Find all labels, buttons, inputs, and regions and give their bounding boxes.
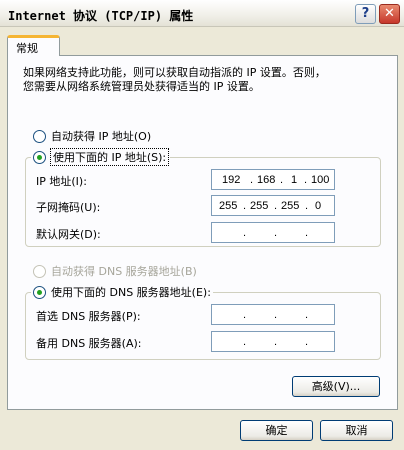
- preferred-dns-label: 首选 DNS 服务器(P):: [36, 310, 141, 323]
- advanced-button[interactable]: 高级(V)...: [292, 376, 380, 397]
- radio-auto-ip-circle[interactable]: [33, 129, 46, 143]
- alternate-dns-input[interactable]: ...: [211, 331, 335, 352]
- radio-manual-dns-label: 使用下面的 DNS 服务器地址(E):: [51, 286, 211, 299]
- radio-manual-dns-circle[interactable]: [33, 285, 46, 299]
- tab-general[interactable]: 常规: [7, 35, 60, 56]
- radio-auto-ip[interactable]: 自动获得 IP 地址(O): [33, 128, 151, 144]
- description-text: 如果网络支持此功能，则可以获取自动指派的 IP 设置。否则， 您需要从网络系统管…: [23, 66, 326, 93]
- ip-octet-2: 168: [257, 174, 276, 186]
- alternate-dns-label: 备用 DNS 服务器(A):: [36, 337, 142, 350]
- mask-octet-2: 255: [250, 200, 269, 212]
- radio-manual-ip-circle[interactable]: [33, 150, 46, 164]
- subnet-mask-label: 子网掩码(U):: [36, 201, 101, 214]
- ip-address-input[interactable]: 192 . 168 . 1 . 100: [211, 169, 335, 190]
- gateway-label: 默认网关(D):: [36, 228, 101, 241]
- mask-octet-4: 0: [315, 200, 322, 212]
- cancel-button[interactable]: 取消: [320, 420, 393, 441]
- ok-button[interactable]: 确定: [240, 420, 313, 441]
- ip-octet-4: 100: [311, 174, 330, 186]
- radio-manual-dns[interactable]: 使用下面的 DNS 服务器地址(E):: [31, 284, 213, 300]
- radio-manual-ip[interactable]: 使用下面的 IP 地址(S):: [31, 148, 171, 166]
- radio-auto-dns[interactable]: 自动获得 DNS 服务器地址(B): [33, 263, 197, 279]
- subnet-mask-input[interactable]: 255 . 255 . 255 . 0: [211, 195, 335, 216]
- preferred-dns-input[interactable]: ...: [211, 304, 335, 325]
- radio-auto-dns-label: 自动获得 DNS 服务器地址(B): [51, 265, 197, 278]
- ip-address-label: IP 地址(I):: [36, 175, 87, 188]
- gateway-input[interactable]: ...: [211, 222, 335, 243]
- title-bar: Internet 协议 (TCP/IP) 属性 ? ✕: [0, 0, 404, 27]
- radio-auto-dns-circle[interactable]: [33, 264, 46, 278]
- mask-octet-1: 255: [219, 200, 238, 212]
- close-button[interactable]: ✕: [379, 4, 400, 24]
- help-button[interactable]: ?: [355, 4, 376, 24]
- window-title: Internet 协议 (TCP/IP) 属性: [8, 9, 194, 23]
- mask-octet-3: 255: [281, 200, 300, 212]
- ip-octet-3: 1: [291, 174, 298, 186]
- radio-auto-ip-label: 自动获得 IP 地址(O): [51, 130, 152, 143]
- radio-manual-ip-label: 使用下面的 IP 地址(S):: [49, 148, 170, 166]
- ip-octet-1: 192: [222, 174, 241, 186]
